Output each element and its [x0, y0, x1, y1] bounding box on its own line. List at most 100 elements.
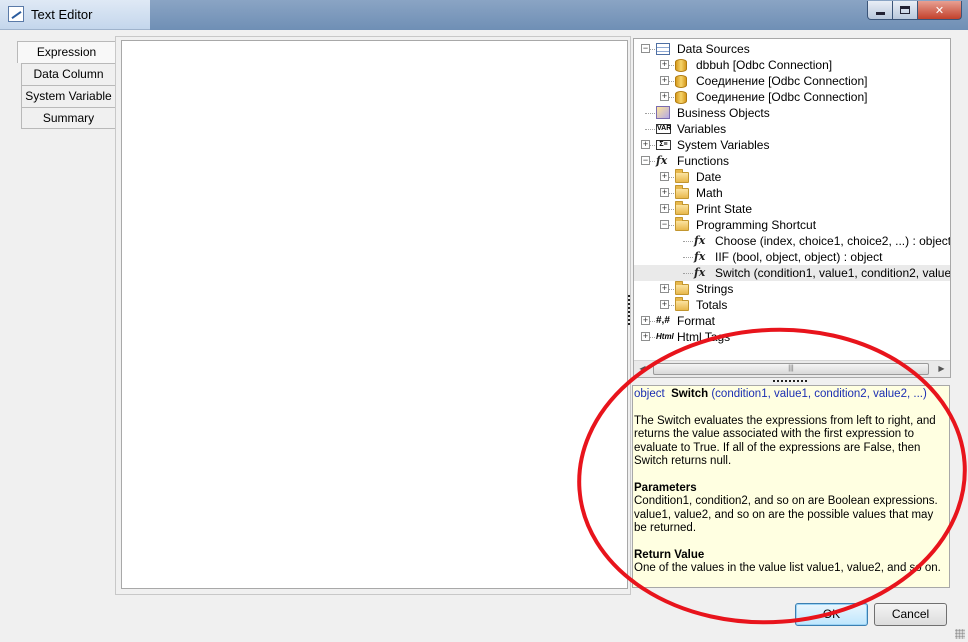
tree-item[interactable]: − Programming Shortcut [634, 217, 950, 233]
tree-item[interactable]: − Data Sources [634, 41, 950, 57]
tree-item-label: Business Objects [677, 106, 770, 120]
tree-item-label: Totals [696, 298, 728, 312]
tree-item[interactable]: + Strings [634, 281, 950, 297]
business-objects-icon [656, 106, 670, 119]
tree-item[interactable]: + Σ≡ System Variables [634, 137, 950, 153]
collapse-icon[interactable]: − [660, 220, 669, 229]
maximize-button[interactable] [893, 1, 918, 20]
editor-tabs: Expression Data Column System Variable S… [17, 41, 116, 129]
expand-icon[interactable]: + [660, 60, 669, 69]
expression-editor[interactable] [121, 40, 628, 589]
tree-item[interactable]: Business Objects [634, 105, 950, 121]
expand-icon[interactable]: + [641, 140, 650, 149]
format-icon: #,# [656, 315, 670, 326]
function-icon: fx [694, 234, 706, 247]
tree-item[interactable]: + Math [634, 185, 950, 201]
tree-item[interactable]: + #,# Format [634, 313, 950, 329]
expand-icon[interactable]: + [660, 300, 669, 309]
folder-icon [675, 217, 689, 231]
tree-item-label: IIF (bool, object, object) : object [715, 250, 883, 264]
tree-item[interactable]: + Соединение [Odbc Connection] [634, 73, 950, 89]
expand-icon[interactable]: + [660, 204, 669, 213]
signature-params: (condition1, value1, condition2, value2,… [711, 388, 927, 400]
tree-item-label: Switch (condition1, value1, condition2, … [715, 266, 951, 280]
tree-item[interactable]: − fx Functions [634, 153, 950, 169]
tree-item[interactable]: + Соединение [Odbc Connection] [634, 89, 950, 105]
window-title: Text Editor [31, 7, 93, 22]
tab-data-column[interactable]: Data Column [21, 63, 116, 85]
tree-item[interactable]: + Totals [634, 297, 950, 313]
resize-grip-icon[interactable] [955, 629, 965, 639]
description-summary: The Switch evaluates the expressions fro… [634, 414, 936, 468]
collapse-icon[interactable]: − [641, 156, 650, 165]
dictionary-tree[interactable]: − Data Sources + dbbuh [Odbc Connection] + Со… [633, 38, 951, 378]
expand-icon[interactable]: + [660, 284, 669, 293]
expand-icon[interactable]: + [641, 316, 650, 325]
scroll-right-icon[interactable]: ▶ [933, 361, 950, 377]
tree-item-label: Functions [677, 154, 730, 168]
signature-name: Switch [671, 388, 709, 400]
function-description: object Switch (condition1, value1, condi… [632, 385, 950, 588]
parameters-text: Condition1, condition2, and so on are Bo… [634, 495, 938, 534]
collapse-icon[interactable]: − [641, 44, 650, 53]
minimize-button[interactable] [867, 1, 893, 20]
table-icon [656, 43, 670, 55]
tree-item-label: Programming Shortcut [696, 218, 817, 232]
close-button[interactable]: ✕ [918, 1, 962, 20]
tree-item[interactable]: fx Choose (index, choice1, choice2, ...) … [634, 233, 950, 249]
tree-item[interactable]: fx Switch (condition1, value1, condition2… [634, 265, 950, 281]
folder-icon [675, 281, 689, 295]
function-icon: fx [694, 250, 706, 263]
tree-item[interactable]: + Date [634, 169, 950, 185]
database-icon [675, 59, 687, 72]
variables-icon: VAR [656, 124, 672, 134]
folder-icon [675, 185, 689, 199]
tree-item[interactable]: fx IIF (bool, object, object) : object [634, 249, 950, 265]
function-signature: object Switch (condition1, value1, condi… [634, 388, 948, 402]
text-editor-icon [8, 6, 24, 22]
tree-item-label: Strings [696, 282, 734, 296]
return-value-text: One of the values in the value list valu… [634, 562, 941, 574]
tree-item[interactable]: + Html Html Tags [634, 329, 950, 345]
horizontal-splitter[interactable] [773, 380, 807, 382]
database-icon [675, 91, 687, 104]
tree-item[interactable]: + Print State [634, 201, 950, 217]
system-variables-icon: Σ≡ [656, 140, 671, 150]
tab-summary[interactable]: Summary [21, 107, 116, 129]
expand-icon[interactable]: + [641, 332, 650, 341]
vertical-splitter[interactable] [628, 295, 630, 325]
tree-horizontal-scrollbar[interactable]: ◀ ||| ▶ [634, 360, 950, 377]
close-icon: ✕ [934, 4, 945, 17]
signature-return-type: object [634, 388, 665, 400]
expand-icon[interactable]: + [660, 76, 669, 85]
folder-icon [675, 201, 689, 215]
folder-icon [675, 169, 689, 183]
tree-item[interactable]: VAR Variables [634, 121, 950, 137]
tree-item-label: Format [677, 314, 716, 328]
ok-button[interactable]: OK [795, 603, 868, 626]
tree-item-label: Date [696, 170, 722, 184]
tree-item-label: System Variables [677, 138, 770, 152]
function-icon: fx [694, 266, 706, 279]
database-icon [675, 75, 687, 88]
expand-icon[interactable]: + [660, 92, 669, 101]
tree-item-label: Print State [696, 202, 753, 216]
expand-icon[interactable]: + [660, 172, 669, 181]
tree-item-label: Соединение [Odbc Connection] [696, 74, 868, 88]
cancel-button[interactable]: Cancel [874, 603, 947, 626]
parameters-heading: Parameters [634, 481, 697, 494]
tree-item-label: Соединение [Odbc Connection] [696, 90, 868, 104]
html-icon: Html [656, 332, 674, 341]
scroll-left-icon[interactable]: ◀ [634, 361, 651, 377]
tab-system-variable[interactable]: System Variable [21, 85, 116, 107]
tab-expression[interactable]: Expression [17, 41, 116, 63]
scrollbar-thumb[interactable]: ||| [653, 363, 929, 375]
return-value-heading: Return Value [634, 548, 705, 561]
expand-icon[interactable]: + [660, 188, 669, 197]
minimize-icon [875, 11, 885, 15]
tree-item-label: Choose (index, choice1, choice2, ...) : … [715, 234, 951, 248]
window-controls: ✕ [867, 1, 962, 20]
tree-item[interactable]: + dbbuh [Odbc Connection] [634, 57, 950, 73]
tree-item-label: Variables [677, 122, 727, 136]
tree-item-label: dbbuh [Odbc Connection] [696, 58, 833, 72]
